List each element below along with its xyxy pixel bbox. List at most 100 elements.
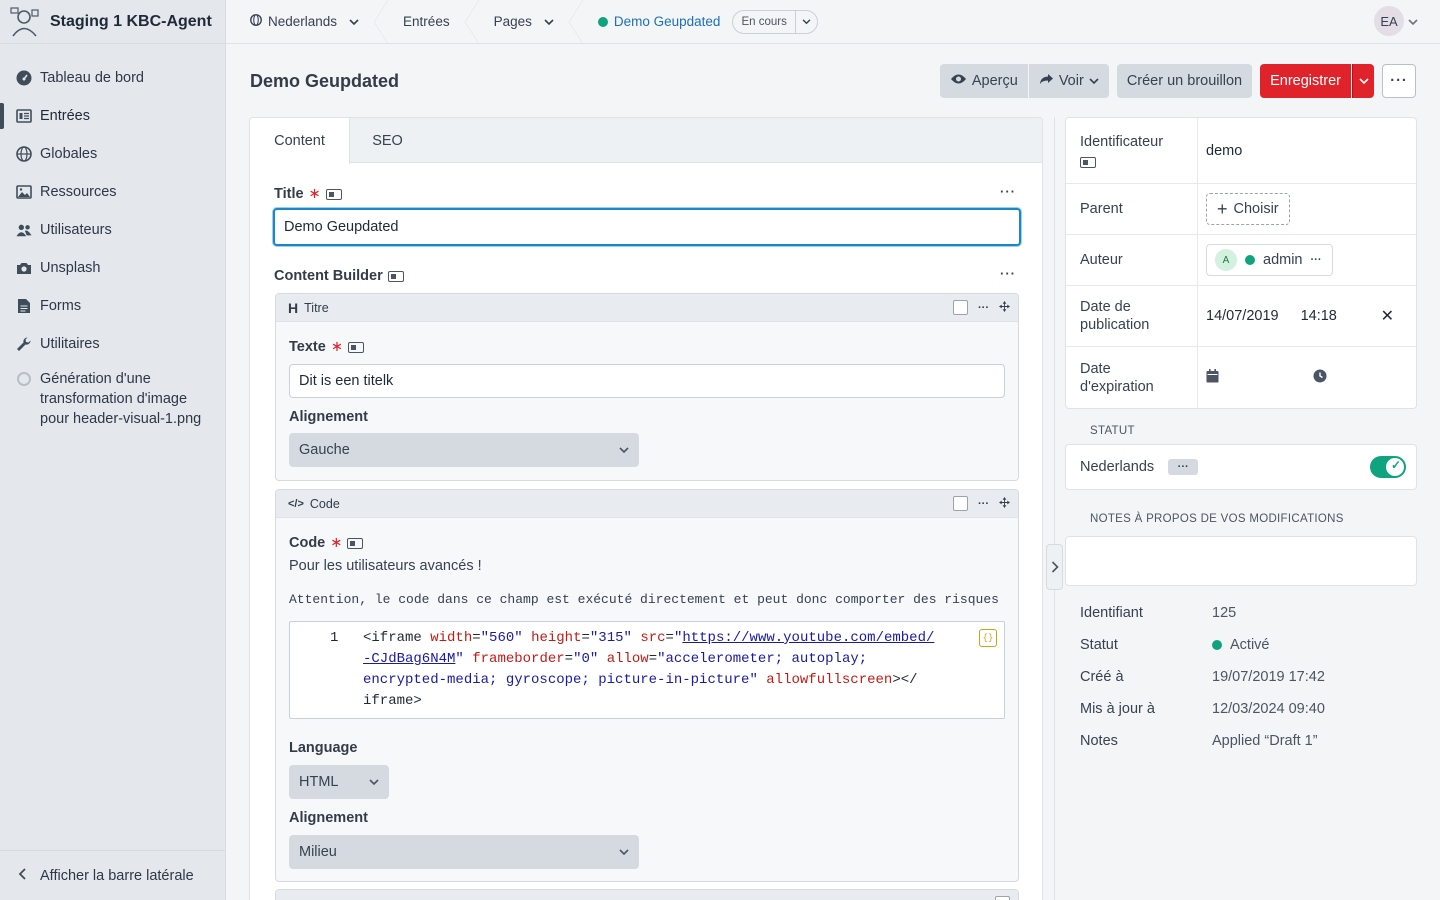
clock-icon[interactable] — [1313, 369, 1327, 387]
code-token: src — [640, 630, 666, 646]
plus-icon: + — [1217, 199, 1228, 219]
translatable-icon — [325, 188, 342, 200]
choose-parent-button[interactable]: + Choisir — [1206, 193, 1290, 225]
create-draft-button[interactable]: Créer un brouillon — [1116, 64, 1253, 98]
sidebar-item-entries[interactable]: Entrées — [0, 97, 225, 135]
chevron-down-icon — [1358, 77, 1369, 84]
save-options-button[interactable] — [1352, 64, 1374, 98]
language-select[interactable]: HTML — [289, 765, 389, 799]
code-editor[interactable]: 1 <iframe width="560" height="315" src="… — [289, 621, 1005, 719]
tab-seo[interactable]: SEO — [350, 118, 425, 163]
builder-label: Content Builder — [274, 268, 383, 284]
alignment-select[interactable]: Gauche — [289, 433, 639, 467]
sidebar-item-assets[interactable]: Ressources — [0, 173, 225, 211]
code-content[interactable]: <iframe width="560" height="315" src="ht… — [363, 628, 963, 712]
code-token: "560" — [480, 630, 523, 646]
breadcrumb-section[interactable]: Pages — [472, 0, 584, 44]
alignment-select[interactable]: Milieu — [289, 835, 639, 869]
texte-field-label: Texte ∗ — [289, 339, 364, 355]
notes-textarea[interactable] — [1065, 536, 1417, 586]
code-token: " — [455, 651, 464, 667]
title-field-actions-icon[interactable]: ··· — [1000, 184, 1016, 199]
info-row: Identifiant 125 — [1080, 597, 1420, 629]
block-select-checkbox[interactable] — [953, 496, 968, 511]
wrench-icon — [16, 336, 32, 352]
code-link[interactable]: https://www.youtube.com/embed/ — [682, 630, 934, 646]
expand-sidebar-button[interactable]: Afficher la barre latérale — [0, 850, 225, 900]
translatable-icon — [347, 537, 364, 549]
block-select-checkbox[interactable] — [995, 896, 1010, 900]
meta-row-postdate: Date de publication 14/07/2019 14:18 ✕ — [1066, 286, 1416, 347]
more-actions-button[interactable]: ··· — [1382, 64, 1416, 98]
info-row: Statut Activé — [1080, 629, 1420, 661]
site-switcher[interactable]: Nederlands — [226, 0, 389, 44]
info-key: Notes — [1080, 733, 1118, 749]
info-value: 125 — [1212, 605, 1237, 621]
user-menu[interactable]: EA — [1374, 6, 1418, 36]
expand-sidebar-label: Afficher la barre latérale — [40, 867, 194, 884]
entry-info-table: Identifiant 125 Statut Activé Créé à 19/… — [1080, 597, 1420, 757]
clear-icon[interactable]: ✕ — [1381, 306, 1394, 326]
move-icon[interactable] — [999, 496, 1010, 511]
code-format-icon[interactable]: {} — [979, 629, 997, 647]
status-value: Activé — [1230, 637, 1270, 653]
chevron-down-icon[interactable] — [794, 10, 817, 33]
builder-field-actions-icon[interactable]: ··· — [1000, 266, 1016, 281]
sidebar-item-label: Entrées — [40, 108, 90, 124]
postdate-time-input[interactable]: 14:18 — [1301, 308, 1337, 324]
builder-field-label: Content Builder — [274, 268, 404, 284]
sidebar-item-label: Ressources — [40, 184, 117, 200]
notes-heading: NOTES À PROPOS DE VOS MODIFICATIONS — [1090, 513, 1344, 525]
view-button[interactable]: Voir — [1028, 64, 1109, 98]
sidebar-item-forms[interactable]: Forms — [0, 287, 225, 325]
sidebar-item-globals[interactable]: Globales — [0, 135, 225, 173]
sidebar-item-users[interactable]: Utilisateurs — [0, 211, 225, 249]
block-header[interactable]: H Titre ··· — [276, 294, 1018, 322]
save-button[interactable]: Enregistrer — [1260, 64, 1351, 98]
toggle-details-button[interactable] — [1046, 544, 1063, 590]
info-value: Activé — [1212, 637, 1270, 653]
sidebar-item-unsplash[interactable]: Unsplash — [0, 249, 225, 287]
code-warning: Attention, le code dans ce champ est exé… — [289, 592, 1005, 607]
site-status-actions-icon[interactable]: ··· — [1168, 459, 1199, 475]
slug-input[interactable]: demo — [1198, 118, 1416, 183]
sidebar-item-utilities[interactable]: Utilitaires — [0, 325, 225, 363]
preview-button[interactable]: Aperçu — [939, 64, 1028, 98]
block-header[interactable]: </> Code ··· — [276, 490, 1018, 518]
site-enabled-toggle[interactable]: ✓ — [1370, 456, 1406, 478]
sidebar-item-dashboard[interactable]: Tableau de bord — [0, 59, 225, 97]
move-icon[interactable] — [999, 300, 1010, 315]
calendar-icon[interactable] — [1206, 368, 1219, 387]
tab-bar: Content SEO — [250, 118, 1042, 164]
block-actions-icon[interactable]: ··· — [978, 498, 989, 510]
title-input[interactable]: Demo Geupdated — [273, 208, 1021, 246]
tab-content[interactable]: Content — [250, 118, 350, 164]
site-header[interactable]: Staging 1 KBC-Agent — [0, 0, 225, 44]
sidebar-item-label: Tableau de bord — [40, 70, 144, 86]
author-actions-icon[interactable]: ··· — [1311, 254, 1322, 266]
block-select-checkbox[interactable] — [953, 300, 968, 315]
breadcrumb-entry: Demo Geupdated En cours — [576, 0, 840, 44]
meta-value: A admin ··· — [1198, 235, 1416, 285]
translatable-icon — [347, 341, 364, 353]
entry-meta-panel: Identificateur demo Parent + Choisir Aut… — [1065, 117, 1417, 409]
alignment-value: Gauche — [299, 442, 350, 458]
texte-input[interactable]: Dit is een titelk — [289, 364, 1005, 398]
chevron-down-icon — [1089, 73, 1099, 89]
postdate-date-input[interactable]: 14/07/2019 — [1206, 308, 1279, 324]
revision-status-pill[interactable]: En cours — [732, 9, 818, 34]
author-label: Auteur — [1066, 235, 1198, 285]
info-value: Applied “Draft 1” — [1212, 733, 1318, 749]
block-header[interactable] — [276, 890, 1018, 900]
author-chip[interactable]: A admin ··· — [1206, 244, 1333, 276]
entries-icon — [16, 108, 32, 124]
chevron-down-icon — [1408, 13, 1418, 29]
job-progress-label: Génération d'une transformation d'image … — [40, 371, 202, 427]
breadcrumb-entries[interactable]: Entrées — [381, 0, 479, 44]
code-link[interactable]: -CJdBag6N4M — [363, 651, 455, 667]
info-key: Mis à jour à — [1080, 701, 1155, 717]
author-name: admin — [1263, 252, 1303, 268]
block-actions-icon[interactable]: ··· — [978, 302, 989, 314]
view-label: Voir — [1058, 73, 1084, 89]
code-token: allowfullscreen — [766, 672, 893, 688]
